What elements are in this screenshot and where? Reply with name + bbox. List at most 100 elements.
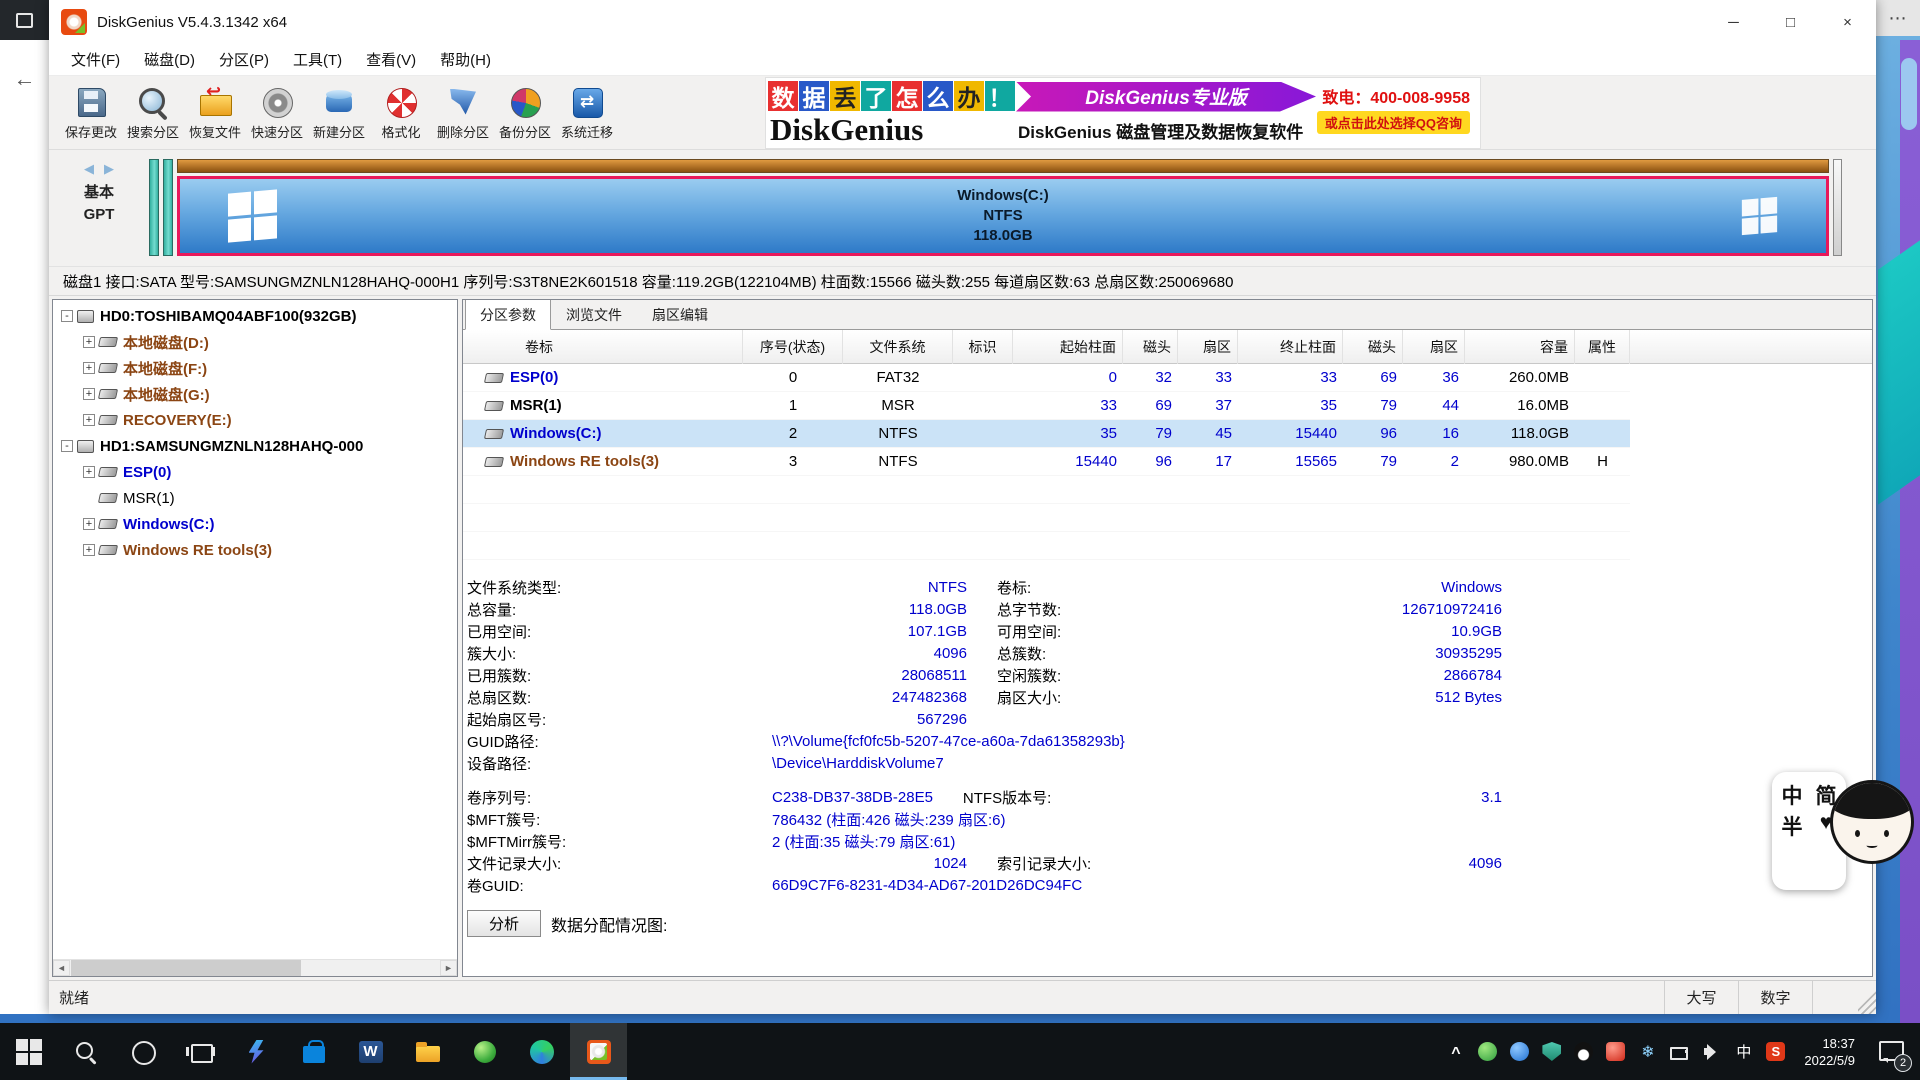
expand-toggle-icon[interactable]: +	[83, 362, 95, 374]
scrollbar-track[interactable]	[301, 960, 440, 976]
tree-item-hd0[interactable]: -HD0:TOSHIBAMQ04ABF100(932GB)	[53, 303, 457, 329]
new-partition-button[interactable]: 新建分区	[309, 79, 369, 147]
format-button[interactable]: 格式化	[371, 79, 431, 147]
scroll-right-button[interactable]: ►	[440, 960, 457, 976]
quick-partition-button[interactable]: 快速分区	[247, 79, 307, 147]
scroll-left-button[interactable]: ◄	[53, 960, 70, 976]
tree-item-local-disk-d[interactable]: +本地磁盘(D:)	[53, 329, 457, 355]
tray-qq-icon[interactable]	[1574, 1042, 1593, 1061]
tray-battery-icon[interactable]	[1670, 1042, 1689, 1061]
next-disk-arrow[interactable]: ▶	[104, 161, 114, 177]
action-center-button[interactable]: 2	[1874, 1035, 1908, 1069]
tree-item-hd1[interactable]: -HD1:SAMSUNGMZNLN128HAHQ-000	[53, 433, 457, 459]
column-header-capacity[interactable]: 容量	[1465, 330, 1575, 364]
task-view-button[interactable]	[171, 1023, 228, 1080]
partition-row-windows-re-tools[interactable]: Windows RE tools(3)3NTFS1544096171556579…	[463, 448, 1630, 476]
column-header-end-sector[interactable]: 扇区	[1403, 330, 1465, 364]
banner-qq-link[interactable]: 或点击此处选择QQ咨询	[1317, 111, 1470, 134]
tray-blue-icon[interactable]	[1510, 1042, 1529, 1061]
search-icon	[72, 1038, 100, 1066]
start-button[interactable]	[0, 1023, 57, 1080]
expand-toggle-icon[interactable]: +	[83, 544, 95, 556]
ime-icon[interactable]: 中	[1734, 1042, 1753, 1061]
re-tools-partition-block[interactable]	[1833, 159, 1842, 256]
column-header-volume-label[interactable]: 卷标	[463, 330, 743, 364]
menu-partition[interactable]: 分区(P)	[207, 45, 281, 74]
tray-snowflake-icon[interactable]: ❄	[1638, 1042, 1657, 1061]
menu-file[interactable]: 文件(F)	[59, 45, 132, 74]
tree-item-windows-re-tools[interactable]: +Windows RE tools(3)	[53, 537, 457, 563]
minimize-button[interactable]: ─	[1705, 0, 1762, 44]
msr-partition-block[interactable]	[163, 159, 173, 256]
menu-tools[interactable]: 工具(T)	[281, 45, 354, 74]
column-header-file-system[interactable]: 文件系统	[843, 330, 953, 364]
tree-item-esp-0[interactable]: +ESP(0)	[53, 459, 457, 485]
maximize-button[interactable]: □	[1762, 0, 1819, 44]
taskbar-clock[interactable]: 18:37 2022/5/9	[1798, 1035, 1861, 1069]
cortana-button[interactable]	[114, 1023, 171, 1080]
file-explorer-taskbar-button[interactable]	[399, 1023, 456, 1080]
tree-item-windows-c[interactable]: +Windows(C:)	[53, 511, 457, 537]
column-header-attributes[interactable]: 属性	[1575, 330, 1630, 364]
search-partition-button[interactable]: 搜索分区	[123, 79, 183, 147]
esp-partition-block[interactable]	[149, 159, 159, 256]
collapse-toggle-icon[interactable]: -	[61, 440, 73, 452]
app-store-taskbar-button[interactable]	[285, 1023, 342, 1080]
diskgenius-taskbar-button[interactable]	[570, 1023, 627, 1080]
tree-item-local-disk-g[interactable]: +本地磁盘(G:)	[53, 381, 457, 407]
scrollbar-thumb[interactable]	[71, 960, 301, 976]
menu-view[interactable]: 查看(V)	[354, 45, 428, 74]
app-lightning-taskbar-button[interactable]	[228, 1023, 285, 1080]
save-changes-button[interactable]: 保存更改	[61, 79, 121, 147]
tray-shield-icon[interactable]	[1542, 1042, 1561, 1061]
tab-browse-files[interactable]: 浏览文件	[551, 299, 637, 330]
tray-green-icon[interactable]	[1478, 1042, 1497, 1061]
collapse-toggle-icon[interactable]: -	[61, 310, 73, 322]
ad-banner[interactable]: 数据丢了怎么办！ DiskGenius DiskGenius专业版 DiskGe…	[765, 77, 1481, 149]
expand-toggle-icon[interactable]: +	[83, 388, 95, 400]
column-header-end-cylinder[interactable]: 终止柱面	[1238, 330, 1343, 364]
column-header-start-cylinder[interactable]: 起始柱面	[1013, 330, 1123, 364]
app-word-taskbar-button[interactable]: W	[342, 1023, 399, 1080]
column-header-end-head[interactable]: 磁头	[1343, 330, 1403, 364]
expand-toggle-icon[interactable]: +	[83, 518, 95, 530]
column-header-index-status[interactable]: 序号(状态)	[743, 330, 843, 364]
app-green-taskbar-button[interactable]	[456, 1023, 513, 1080]
expand-toggle-icon[interactable]: +	[83, 414, 95, 426]
recover-files-button[interactable]: 恢复文件	[185, 79, 245, 147]
delete-partition-icon	[445, 85, 481, 119]
expand-toggle-icon[interactable]: +	[83, 466, 95, 478]
resize-grip[interactable]	[1858, 981, 1876, 1014]
cartoon-face-widget[interactable]	[1830, 780, 1916, 878]
column-header-mark[interactable]: 标识	[953, 330, 1013, 364]
partition-row-msr-1[interactable]: MSR(1)1MSR33693735794416.0MB	[463, 392, 1630, 420]
tree-item-local-disk-f[interactable]: +本地磁盘(F:)	[53, 355, 457, 381]
system-migration-button[interactable]: 系统迁移	[557, 79, 617, 147]
taskbar-search-button[interactable]	[57, 1023, 114, 1080]
edge-taskbar-button[interactable]	[513, 1023, 570, 1080]
menu-disk[interactable]: 磁盘(D)	[132, 45, 207, 74]
prev-disk-arrow[interactable]: ◀	[84, 161, 94, 177]
tree-item-msr-1[interactable]: MSR(1)	[53, 485, 457, 511]
tab-sector-edit[interactable]: 扇区编辑	[637, 299, 723, 330]
delete-partition-button[interactable]: 删除分区	[433, 79, 493, 147]
partition-row-esp-0[interactable]: ESP(0)0FAT3203233336936260.0MB	[463, 364, 1630, 392]
windows-c-partition-block[interactable]: Windows(C:) NTFS 118.0GB	[177, 176, 1829, 256]
tray-sogou-icon[interactable]: S	[1766, 1042, 1785, 1061]
volume-icon[interactable]	[1702, 1042, 1721, 1061]
column-header-start-sector[interactable]: 扇区	[1178, 330, 1238, 364]
background-scrollbar[interactable]	[1901, 58, 1917, 130]
expand-toggle-icon[interactable]: +	[83, 336, 95, 348]
tree-item-recovery-e[interactable]: +RECOVERY(E:)	[53, 407, 457, 433]
backup-partition-button[interactable]: 备份分区	[495, 79, 555, 147]
more-icon[interactable]: ⋯	[1889, 8, 1908, 29]
tray-red-icon[interactable]	[1606, 1042, 1625, 1061]
close-button[interactable]: ×	[1819, 0, 1876, 44]
analyze-button[interactable]: 分析	[467, 910, 541, 937]
partition-row-windows-c[interactable]: Windows(C:)2NTFS357945154409616118.0GB	[463, 420, 1630, 448]
hidden-icons-icon[interactable]: ^	[1446, 1044, 1465, 1063]
menu-help[interactable]: 帮助(H)	[428, 45, 503, 74]
column-header-start-head[interactable]: 磁头	[1123, 330, 1178, 364]
tab-partition-params[interactable]: 分区参数	[465, 299, 551, 330]
back-button[interactable]: ←	[0, 54, 49, 104]
